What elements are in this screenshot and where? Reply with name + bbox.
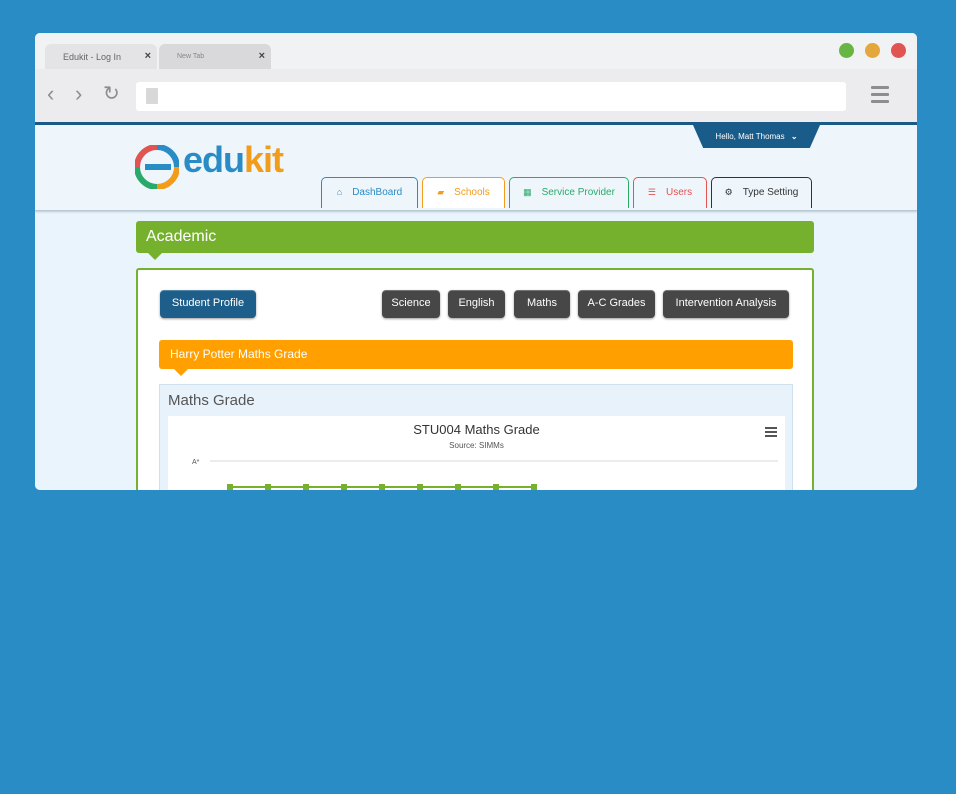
tab-dashboard[interactable]: ⌂ DashBoard [321, 177, 418, 208]
book-icon: ▰ [437, 187, 445, 197]
reload-icon[interactable]: ↻ [103, 83, 120, 105]
grid-icon: ▦ [523, 187, 532, 197]
science-button[interactable]: Science [382, 290, 440, 318]
back-icon[interactable]: ‹ [47, 83, 54, 105]
greeting-text: Hello, Matt Thomas [715, 132, 785, 141]
section-header: Academic [136, 221, 814, 260]
data-point[interactable] [341, 484, 347, 490]
tab-label: Type Setting [742, 187, 799, 198]
grade-title: Maths Grade [168, 392, 255, 409]
chevron-down-icon: ⌄ [790, 132, 798, 141]
data-point[interactable] [379, 484, 385, 490]
tab-label: New Tab [177, 53, 205, 60]
student-banner: Harry Potter Maths Grade [159, 340, 793, 376]
data-point[interactable] [417, 484, 423, 490]
student-profile-button[interactable]: Student Profile [160, 290, 256, 318]
series-group [227, 484, 537, 490]
intervention-analysis-button[interactable]: Intervention Analysis [663, 290, 789, 318]
tab-schools[interactable]: ▰ Schools [422, 177, 505, 208]
logo-text: edukit [183, 139, 284, 180]
forward-icon[interactable]: › [75, 83, 82, 105]
data-point[interactable] [227, 484, 233, 490]
browser-toolbar: ‹ › ↻ [35, 69, 917, 123]
line-chart: A* [192, 459, 778, 490]
minimize-button[interactable] [865, 43, 880, 58]
close-window-button[interactable] [891, 43, 906, 58]
ac-grades-button[interactable]: A-C Grades [578, 290, 655, 318]
banner-text: Harry Potter Maths Grade [170, 347, 308, 361]
tab-type-setting[interactable]: ⚙ Type Setting [711, 177, 812, 208]
address-bar[interactable] [136, 82, 846, 111]
data-point[interactable] [493, 484, 499, 490]
edukit-logo[interactable]: edukit [134, 139, 295, 190]
tab-label: DashBoard [352, 187, 403, 198]
page-icon [146, 88, 158, 104]
logo-mark-icon [134, 144, 180, 190]
y-tick-label: A* [192, 459, 200, 466]
close-tab-icon[interactable]: × [145, 50, 151, 62]
data-point[interactable] [455, 484, 461, 490]
data-point[interactable] [265, 484, 271, 490]
gear-icon: ⚙ [724, 187, 733, 197]
maximize-button[interactable] [839, 43, 854, 58]
tab-strip: Edukit - Log In × New Tab × [35, 33, 917, 69]
tab-label: Schools [454, 187, 490, 198]
data-point[interactable] [531, 484, 537, 490]
close-tab-icon[interactable]: × [259, 50, 265, 62]
maths-button[interactable]: Maths [514, 290, 570, 318]
users-icon: ☰ [647, 187, 656, 197]
tab-users[interactable]: ☰ Users [633, 177, 707, 208]
tab-label: Service Provider [541, 187, 615, 198]
grade-box: Maths Grade STU004 Maths Grade Source: S… [159, 384, 793, 490]
tab-label: Users [665, 187, 693, 198]
web-page: Hello, Matt Thomas ⌄ edukit ⌂ DashBoard ▰… [35, 122, 917, 490]
academic-panel: Student Profile Science English Maths A-… [136, 268, 814, 490]
english-button[interactable]: English [448, 290, 505, 318]
browser-tab[interactable]: New Tab × [159, 44, 271, 69]
browser-tab-active[interactable]: Edukit - Log In × [45, 44, 157, 69]
home-icon: ⌂ [336, 187, 343, 197]
data-point[interactable] [303, 484, 309, 490]
section-title: Academic [146, 228, 217, 245]
app-header: Hello, Matt Thomas ⌄ edukit ⌂ DashBoard ▰… [35, 125, 917, 211]
browser-menu-icon[interactable] [871, 86, 889, 107]
tab-service-provider[interactable]: ▦ Service Provider [509, 177, 629, 208]
browser-window: Edukit - Log In × New Tab × ‹ › ↻ Hello,… [35, 33, 917, 490]
tab-label: Edukit - Log In [63, 52, 122, 62]
chart-area: STU004 Maths Grade Source: SIMMs A* [168, 416, 785, 490]
user-menu[interactable]: Hello, Matt Thomas ⌄ [693, 125, 820, 148]
